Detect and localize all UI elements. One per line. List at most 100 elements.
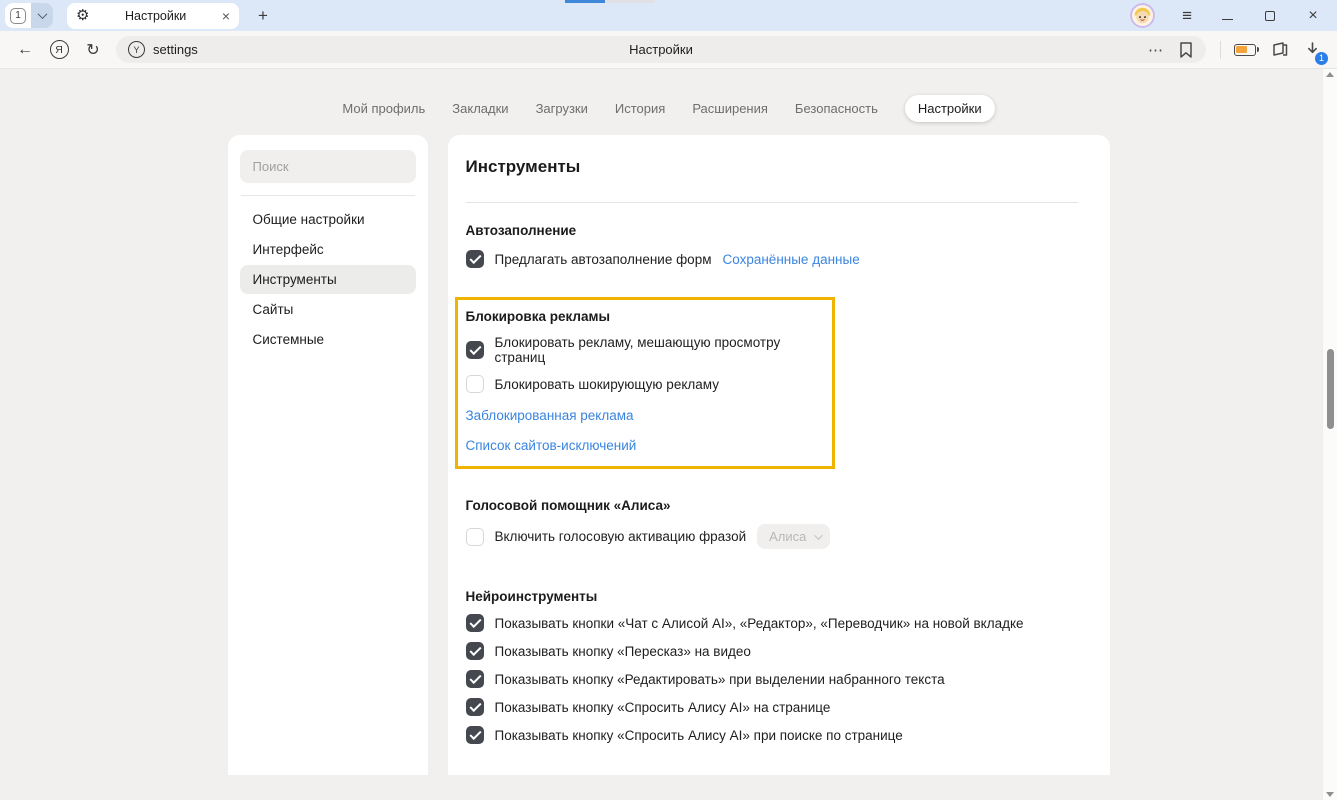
sidebar-divider [241,195,415,196]
minimize-button[interactable] [1219,8,1235,24]
settings-content: Инструменты Автозаполнение Предлагать ав… [448,135,1110,775]
neuro-edit-checkbox[interactable] [466,670,484,688]
protect-icon[interactable]: Y [128,41,145,58]
neuro-retell-checkbox[interactable] [466,642,484,660]
nav-tab-extensions[interactable]: Расширения [692,101,768,116]
new-tab-button[interactable]: + [251,4,275,28]
browser-menu-button[interactable]: ≡ [1182,6,1192,26]
back-button[interactable]: ← [10,36,40,64]
page-title: Инструменты [466,157,1078,177]
alice-phrase-select[interactable]: Алиса [757,524,830,549]
battery-saver-button[interactable] [1231,36,1261,64]
saved-data-link[interactable]: Сохранённые данные [722,252,859,267]
nav-tab-bookmarks[interactable]: Закладки [452,101,508,116]
sidebar-item-sites[interactable]: Сайты [240,295,416,324]
address-bar-page-title: Настройки [116,42,1206,57]
sidebar-item-tools[interactable]: Инструменты [240,265,416,294]
minimize-icon [1222,19,1233,20]
neuro-row-retell: Показывать кнопку «Пересказ» на видео [466,642,1078,660]
tab-title: Настройки [97,9,213,23]
adblock-annoying-label: Блокировать рекламу, мешающую просмотру … [495,335,820,365]
avatar-image [1130,3,1155,28]
chevron-down-icon [37,9,47,19]
address-toolbar: ← Я ↻ Y settings Настройки ⋯ [0,31,1337,69]
alice-heading: Голосовой помощник «Алиса» [466,498,1078,513]
neuro-ask-page-checkbox[interactable] [466,698,484,716]
collections-button[interactable] [1265,36,1295,64]
alice-checkbox-label: Включить голосовую активацию фразой [495,529,747,544]
address-bar-right: ⋯ [1148,41,1194,59]
neuro-ask-search-checkbox[interactable] [466,726,484,744]
adblock-row-annoying: Блокировать рекламу, мешающую просмотру … [466,335,820,365]
adblock-annoying-checkbox[interactable] [466,341,484,359]
blocked-ads-link[interactable]: Заблокированная реклама [466,408,820,423]
exception-sites-link[interactable]: Список сайтов-исключений [466,438,820,453]
neuro-ask-search-label: Показывать кнопку «Спросить Алису AI» пр… [495,728,903,743]
scroll-down-icon[interactable] [1326,792,1334,797]
section-autofill: Автозаполнение Предлагать автозаполнение… [466,223,1078,268]
nav-tab-history[interactable]: История [615,101,665,116]
sidebar-item-interface[interactable]: Интерфейс [240,235,416,264]
gear-icon: ⚙ [76,8,89,23]
download-count-badge: 1 [1315,52,1328,65]
refresh-button[interactable]: ↻ [78,36,108,64]
neuro-edit-label: Показывать кнопку «Редактировать» при вы… [495,672,945,687]
autofill-row: Предлагать автозаполнение форм Сохранённ… [466,250,1078,268]
section-neuro: Нейроинструменты Показывать кнопки «Чат … [466,589,1078,744]
sidebar-item-system[interactable]: Системные [240,325,416,354]
nav-tab-downloads[interactable]: Загрузки [536,101,588,116]
url-text[interactable]: settings [153,42,198,57]
tab-counter-button[interactable]: 1 [5,3,31,28]
adblock-shocking-checkbox[interactable] [466,375,484,393]
autofill-checkbox-label: Предлагать автозаполнение форм [495,252,712,267]
settings-sidebar: Общие настройки Интерфейс Инструменты Са… [228,135,428,775]
tabstrip-right-controls: ≡ × [1130,3,1327,28]
alice-activation-checkbox[interactable] [466,528,484,546]
nav-tab-security[interactable]: Безопасность [795,101,878,116]
title-divider [466,202,1078,203]
address-bar[interactable]: Y settings Настройки ⋯ [116,36,1206,63]
scroll-up-icon[interactable] [1326,72,1334,77]
restore-icon [1265,11,1275,21]
tab-strip: 1 ⚙ Настройки × + [0,0,1337,31]
yandex-logo-button[interactable]: Я [44,36,74,64]
downloads-button[interactable]: 1 [1299,37,1325,63]
autofill-checkbox[interactable] [466,250,484,268]
tab-list-dropdown-button[interactable] [31,3,53,28]
sidebar-item-general[interactable]: Общие настройки [240,205,416,234]
more-actions-icon[interactable]: ⋯ [1148,41,1164,59]
scrollbar-thumb[interactable] [1327,349,1334,429]
section-adblock-highlighted: Блокировка рекламы Блокировать рекламу, … [455,297,835,469]
bookmark-icon[interactable] [1178,41,1194,59]
close-tab-icon[interactable]: × [222,9,230,23]
neuro-newtab-checkbox[interactable] [466,614,484,632]
neuro-row-ask-search: Показывать кнопку «Спросить Алису AI» пр… [466,726,1078,744]
top-accent-bar-secondary [605,0,655,3]
neuro-row-ask-page: Показывать кнопку «Спросить Алису AI» на… [466,698,1078,716]
close-window-button[interactable]: × [1305,8,1321,24]
restore-button[interactable] [1262,8,1278,24]
toolbar-separator [1220,41,1221,59]
page-scrollbar[interactable] [1322,69,1337,800]
tab-count: 1 [10,8,26,24]
search-input[interactable] [240,150,416,183]
adblock-row-shocking: Блокировать шокирующую рекламу [466,375,820,393]
battery-fill [1236,46,1247,53]
adblock-heading: Блокировка рекламы [466,309,820,324]
top-accent-bar [565,0,605,3]
section-alice: Голосовой помощник «Алиса» Включить голо… [466,498,1078,549]
neuro-ask-page-label: Показывать кнопку «Спросить Алису AI» на… [495,700,831,715]
nav-tab-settings[interactable]: Настройки [905,95,995,122]
settings-layout: Общие настройки Интерфейс Инструменты Са… [0,135,1337,775]
alice-phrase-value: Алиса [769,529,806,544]
browser-tab-settings[interactable]: ⚙ Настройки × [67,3,239,29]
nav-tab-profile[interactable]: Мой профиль [342,101,425,116]
address-bar-left: Y settings [128,41,198,58]
autofill-heading: Автозаполнение [466,223,1078,238]
profile-avatar[interactable] [1130,3,1155,28]
close-icon: × [1308,8,1317,24]
browser-window: 1 ⚙ Настройки × + [0,0,1337,800]
alice-row: Включить голосовую активацию фразой Алис… [466,524,1078,549]
adblock-shocking-label: Блокировать шокирующую рекламу [495,377,719,392]
collections-icon [1270,40,1290,60]
